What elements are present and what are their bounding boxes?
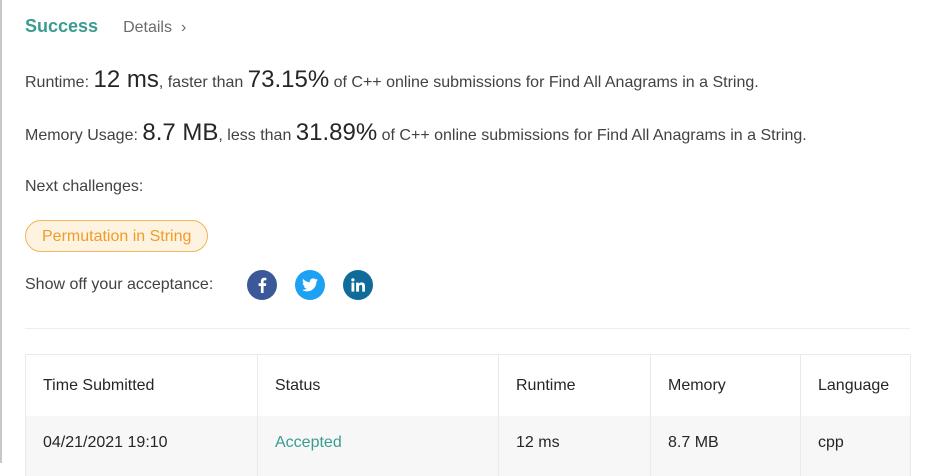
twitter-icon [302,278,319,292]
column-header-status: Status [258,355,499,416]
runtime-label: Runtime: [25,74,94,91]
result-header: Success Details › [25,16,186,37]
memory-label: Memory Usage: [25,127,143,144]
cell-time-submitted: 04/21/2021 19:10 [26,416,258,476]
details-link[interactable]: Details › [123,19,186,37]
table-row: 04/21/2021 19:10 Accepted 12 ms 8.7 MB c… [26,416,910,476]
cell-memory: 8.7 MB [651,416,801,476]
details-label: Details [123,19,172,36]
share-label: Show off your acceptance: [25,276,214,293]
status-title: Success [25,16,99,36]
challenge-tag-permutation-in-string[interactable]: Permutation in String [25,220,209,252]
submissions-table: Time Submitted Status Runtime Memory Lan… [25,354,911,476]
facebook-share-button[interactable] [247,270,278,300]
left-border [0,0,2,463]
linkedin-icon [351,278,366,292]
cell-status: Accepted [258,416,499,476]
memory-stat: Memory Usage: 8.7 MB, less than 31.89% o… [25,119,807,147]
runtime-comparison: , faster than [158,74,248,91]
linkedin-share-button[interactable] [343,270,374,300]
status-accepted-link[interactable]: Accepted [275,434,342,452]
memory-suffix: of C++ online submissions for Find All A… [377,127,807,144]
runtime-suffix: of C++ online submissions for Find All A… [329,74,759,91]
next-challenges-label: Next challenges: [25,178,144,195]
column-header-time-submitted: Time Submitted [26,355,258,416]
memory-comparison: , less than [218,127,296,144]
cell-runtime: 12 ms [499,416,651,476]
facebook-icon [258,277,267,293]
twitter-share-button[interactable] [295,270,326,300]
share-row: Show off your acceptance: [25,270,374,300]
table-header-row: Time Submitted Status Runtime Memory Lan… [26,355,910,416]
memory-percent: 31.89% [295,119,378,146]
section-divider [25,328,910,329]
cell-language: cpp [818,434,844,451]
chevron-right-icon: › [180,19,187,36]
runtime-stat: Runtime: 12 ms, faster than 73.15% of C+… [25,66,759,94]
column-header-memory: Memory [651,355,801,416]
column-header-runtime: Runtime [499,355,651,416]
memory-value: 8.7 MB [142,119,219,146]
column-header-language: Language [818,376,890,394]
runtime-value: 12 ms [93,66,159,93]
runtime-percent: 73.15% [247,66,330,93]
